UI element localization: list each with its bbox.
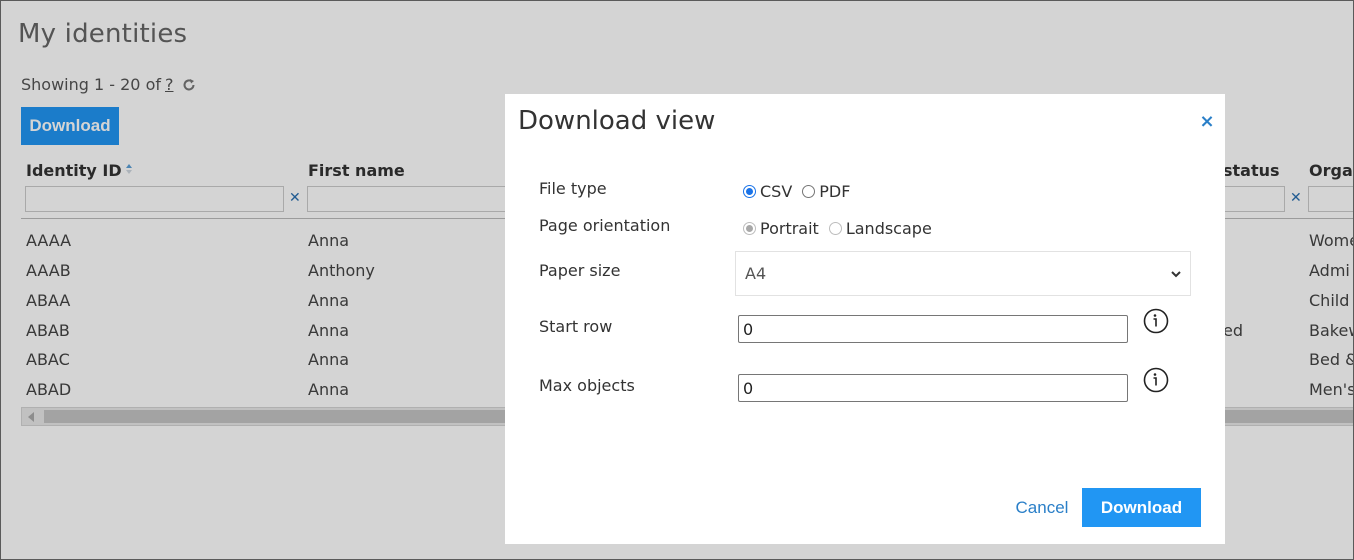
download-view-dialog: Download view × File type CSV PDF Page o… — [505, 94, 1225, 544]
app-frame: My identities Showing 1 - 20 of ? Downlo… — [0, 0, 1354, 560]
landscape-radio[interactable] — [828, 222, 842, 235]
start-row-label: Start row — [539, 317, 613, 336]
pdf-radio-label[interactable]: PDF — [819, 182, 850, 201]
start-row-input[interactable] — [738, 315, 1128, 343]
info-icon[interactable] — [1143, 367, 1169, 393]
paper-size-value: A4 — [745, 264, 767, 283]
download-confirm-button[interactable]: Download — [1082, 488, 1201, 527]
csv-radio-label[interactable]: CSV — [760, 182, 792, 201]
cancel-button[interactable]: Cancel — [987, 488, 1097, 528]
page-orientation-label: Page orientation — [539, 216, 671, 235]
dialog-title: Download view — [518, 106, 716, 136]
file-type-label: File type — [539, 179, 607, 198]
close-icon[interactable]: × — [1199, 113, 1215, 131]
paper-size-select[interactable]: A4 — [735, 251, 1191, 296]
portrait-radio[interactable] — [743, 222, 756, 235]
landscape-radio-label[interactable]: Landscape — [846, 219, 932, 238]
max-objects-input[interactable] — [738, 374, 1128, 402]
paper-size-label: Paper size — [539, 261, 621, 280]
page-orientation-options: Portrait Landscape — [743, 219, 942, 238]
file-type-options: CSV PDF — [743, 182, 860, 201]
pdf-radio[interactable] — [802, 185, 816, 198]
max-objects-label: Max objects — [539, 376, 635, 395]
info-icon[interactable] — [1143, 308, 1169, 334]
chevron-down-icon — [1171, 271, 1181, 278]
csv-radio[interactable] — [743, 185, 756, 198]
portrait-radio-label[interactable]: Portrait — [760, 219, 819, 238]
